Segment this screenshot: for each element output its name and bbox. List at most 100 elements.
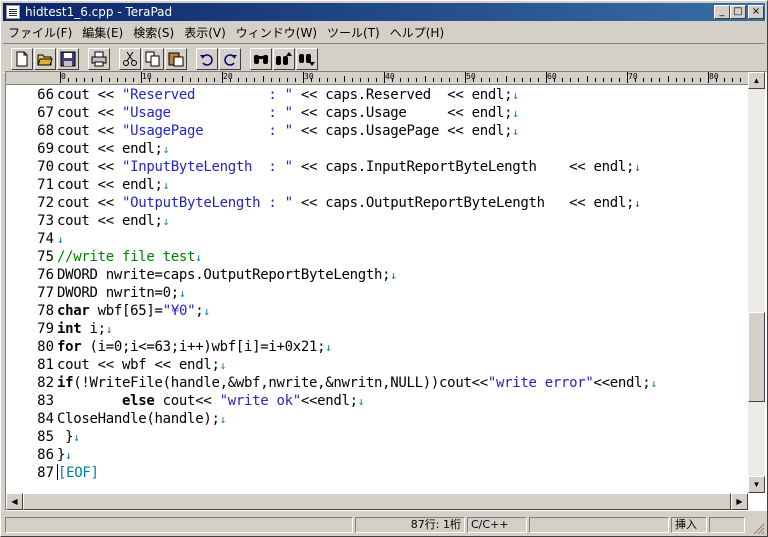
code-token: (!WriteFile(handle,&wbf,nwrite,&nwritn,N… <box>73 375 488 391</box>
ruler-tick <box>319 78 321 82</box>
find-button[interactable] <box>250 48 272 70</box>
menu-file[interactable]: ファイル(F) <box>3 22 77 43</box>
line-number: 75 <box>37 249 54 265</box>
ruler-tick <box>473 78 475 82</box>
code-token: cout << <box>57 87 123 103</box>
ruler-tick <box>481 78 483 82</box>
ruler-label: 80 <box>709 72 719 81</box>
code-line[interactable]: cout << "InputByteLength : " << caps.Inp… <box>57 158 641 177</box>
code-line[interactable]: cout << "Usage : " << caps.Usage << endl… <box>57 104 519 123</box>
find-icon <box>254 55 268 64</box>
undo-button[interactable] <box>196 48 218 70</box>
ruler-tick <box>400 78 402 82</box>
code-token: << caps.OutputReportByteLength << endl; <box>292 195 635 211</box>
ruler-tick <box>343 76 345 82</box>
code-line[interactable]: for (i=0;i<=63;i++)wbf[i]=i+0x21;↓ <box>57 338 332 357</box>
code-area[interactable]: cout << "Reserved : " << caps.Reserved <… <box>56 85 748 492</box>
open-file-button[interactable] <box>34 48 56 70</box>
copy-button[interactable] <box>142 48 164 70</box>
ruler-tick <box>286 78 288 82</box>
cut-button[interactable] <box>119 48 141 70</box>
window-title: hidtest1_6.cpp - TeraPad <box>25 5 173 19</box>
code-line[interactable]: cout << endl;↓ <box>57 176 169 195</box>
ruler-tick <box>278 78 280 82</box>
code-line[interactable]: cout << "OutputByteLength : " << caps.Ou… <box>57 194 641 213</box>
vertical-scroll-thumb[interactable] <box>748 312 765 402</box>
menu-help[interactable]: ヘルプ(H) <box>385 22 449 43</box>
scroll-left-button[interactable]: ◀ <box>6 493 23 510</box>
ruler-tick <box>699 78 701 82</box>
ruler-major-tick <box>222 72 223 83</box>
minimize-button[interactable]: _ <box>714 5 730 19</box>
code-line[interactable]: cout << "UsagePage : " << caps.UsagePage… <box>57 122 519 141</box>
app-icon[interactable] <box>6 5 20 19</box>
ruler-tick <box>181 76 183 82</box>
code-line[interactable]: }↓ <box>57 446 72 465</box>
insert-mode[interactable]: 挿入 <box>671 517 707 533</box>
code-line[interactable]: char wbf[65]="¥0";↓ <box>57 302 210 321</box>
code-line[interactable]: CloseHandle(handle);↓ <box>57 410 226 429</box>
newline-marker: ↓ <box>650 377 657 390</box>
ruler-label: 20 <box>223 72 233 81</box>
menu-edit[interactable]: 編集(E) <box>77 22 128 43</box>
code-line[interactable]: DWORD nwrite=caps.OutputReportByteLength… <box>57 266 397 285</box>
code-line[interactable]: [EOF] <box>57 464 99 482</box>
line-number: 72 <box>37 195 54 211</box>
language-mode[interactable]: C/C++ <box>467 517 527 533</box>
ruler-tick <box>359 78 361 82</box>
maximize-button[interactable]: □ <box>730 5 746 19</box>
resize-grip-icon[interactable] <box>751 521 765 535</box>
line-number: 85 <box>37 429 54 445</box>
code-token: if <box>57 375 74 391</box>
close-button[interactable]: × <box>748 5 764 19</box>
ruler-tick <box>205 78 207 82</box>
ruler-tick <box>327 78 329 82</box>
newline-marker: ↓ <box>73 431 80 444</box>
find-prev-button[interactable] <box>273 48 295 70</box>
save-button[interactable] <box>57 48 79 70</box>
code-line[interactable]: ↓ <box>57 230 64 249</box>
code-line[interactable]: cout << "Reserved : " << caps.Reserved <… <box>57 86 519 105</box>
code-line[interactable]: cout << endl;↓ <box>57 212 169 231</box>
menu-search[interactable]: 検索(S) <box>128 22 179 43</box>
menu-tools[interactable]: ツール(T) <box>322 22 385 43</box>
code-line[interactable]: DWORD nwritn=0;↓ <box>57 284 186 303</box>
menu-view[interactable]: 表示(V) <box>179 22 231 43</box>
ruler-tick <box>610 78 612 82</box>
menu-window[interactable]: ウィンドウ(W) <box>231 22 322 43</box>
code-token: "Reserved : " <box>122 87 293 103</box>
horizontal-scroll-thumb[interactable] <box>23 493 731 510</box>
editor-pane[interactable]: 0 10 20 30 40 50 60 70 80 66 67 68 69 70 71 72 73 74 75 76… <box>5 71 767 511</box>
new-file-button[interactable] <box>11 48 33 70</box>
scroll-down-button[interactable]: ▼ <box>748 476 765 493</box>
eof-marker: [EOF] <box>58 465 99 481</box>
code-token: CloseHandle(handle); <box>57 411 220 427</box>
scroll-right-button[interactable]: ▶ <box>731 493 748 510</box>
code-line[interactable]: //write file test↓ <box>57 248 202 267</box>
code-token: } <box>57 447 66 463</box>
title-bar[interactable]: hidtest1_6.cpp - TeraPad _ □ × <box>3 3 765 21</box>
code-line[interactable]: if(!WriteFile(handle,&wbf,nwrite,&nwritn… <box>57 374 657 393</box>
code-line[interactable]: }↓ <box>57 428 80 447</box>
ruler-tick <box>392 78 394 82</box>
ruler-tick <box>505 76 507 82</box>
ruler-tick <box>562 78 564 82</box>
find-next-button[interactable] <box>296 48 318 70</box>
code-token: cout << wbf << endl; <box>57 357 220 373</box>
scroll-up-button[interactable]: ▲ <box>748 72 765 89</box>
print-button[interactable] <box>88 48 110 70</box>
vertical-scrollbar[interactable]: ▲ ▼ <box>748 72 765 493</box>
code-line[interactable]: int i;↓ <box>57 320 112 339</box>
code-line[interactable]: cout << endl;↓ <box>57 140 169 159</box>
horizontal-scrollbar[interactable]: ◀ ▶ <box>6 493 748 510</box>
ruler-tick <box>513 78 515 82</box>
code-line[interactable]: cout << wbf << endl;↓ <box>57 356 226 375</box>
newline-marker: ↓ <box>162 215 170 228</box>
paste-button[interactable] <box>165 48 187 70</box>
cut-icon <box>123 51 137 66</box>
code-token: DWORD nwrite=caps.OutputReportByteLength… <box>57 267 391 283</box>
ruler-major-tick <box>546 72 547 83</box>
redo-button[interactable] <box>219 48 241 70</box>
code-line[interactable]: else cout<< "write ok"<<endl;↓ <box>57 392 364 411</box>
status-message <box>5 517 353 533</box>
